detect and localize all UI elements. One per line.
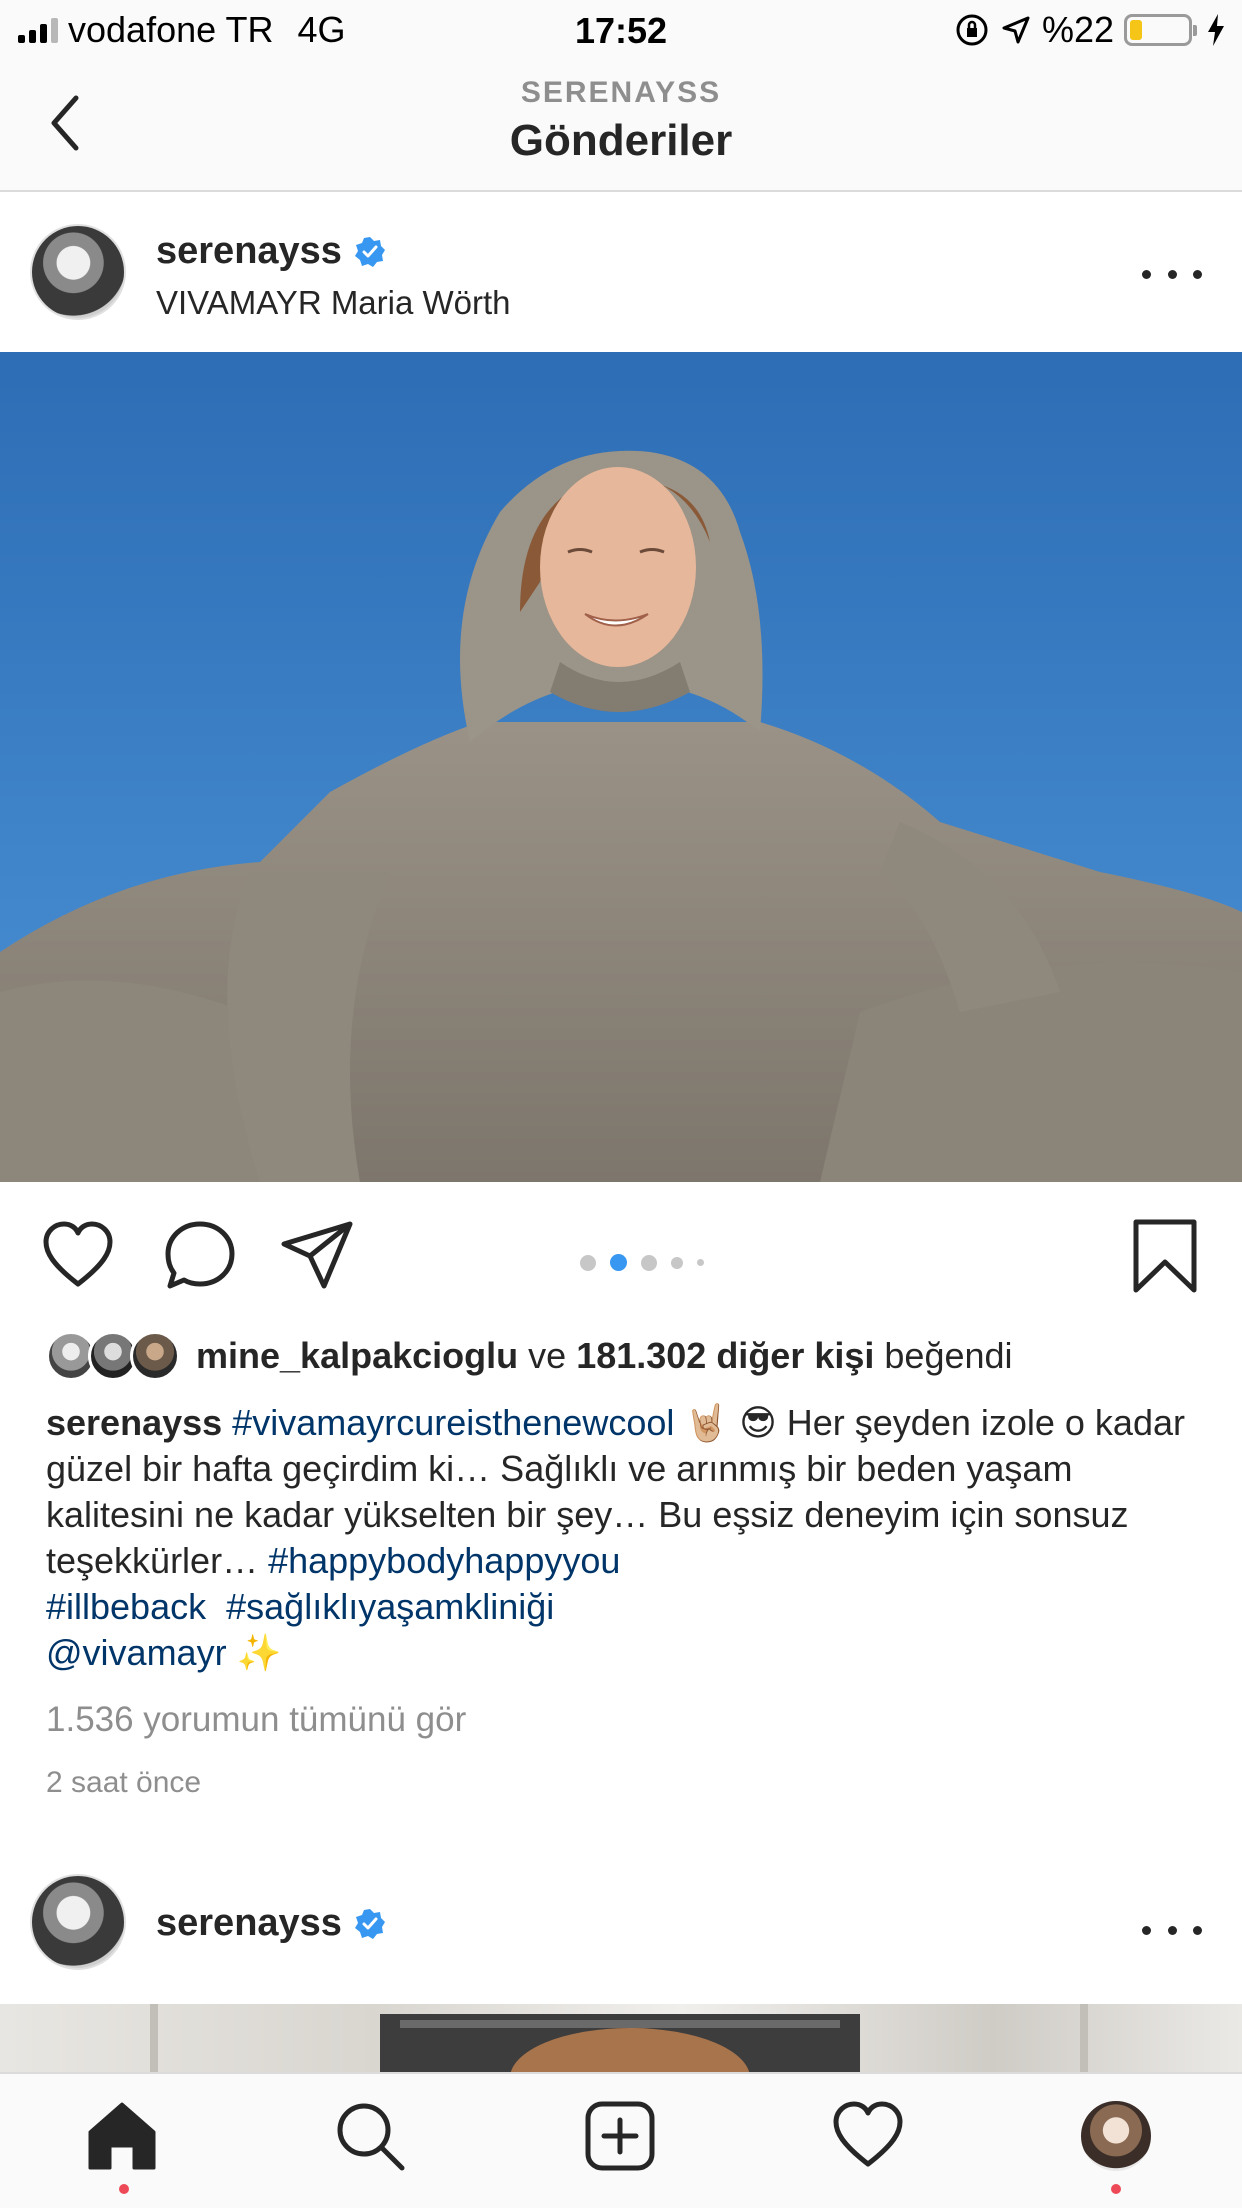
post-timestamp: 2 saat önce xyxy=(46,1766,202,1799)
avatar[interactable] xyxy=(30,224,126,320)
comment-button[interactable] xyxy=(162,1218,238,1299)
mention-link[interactable]: @vivamayr xyxy=(46,1632,227,1673)
post-header: serenayss xyxy=(0,1846,1242,2004)
like-button[interactable] xyxy=(40,1218,116,1299)
add-post-icon xyxy=(585,2101,655,2171)
username-row: serenayss xyxy=(156,1902,386,1945)
carousel-dot xyxy=(671,1256,683,1269)
more-options-button[interactable] xyxy=(1142,264,1202,284)
verified-badge-icon xyxy=(354,1908,385,1939)
verified-badge-icon xyxy=(354,236,385,267)
photo-illustration xyxy=(150,2004,1088,2078)
view-all-comments-link[interactable]: 1.536 yorumun tümünü gör xyxy=(46,1700,466,1740)
charging-bolt-icon xyxy=(1208,14,1224,46)
search-icon xyxy=(337,2103,405,2171)
share-button[interactable] xyxy=(280,1218,356,1299)
location-link[interactable]: VIVAMAYR Maria Wörth xyxy=(156,284,511,322)
notification-dot xyxy=(1111,2184,1121,2194)
tab-search[interactable] xyxy=(330,2096,410,2176)
caption-emojis: 🤘🏼 😎 xyxy=(684,1402,777,1443)
heart-icon xyxy=(43,1221,113,1287)
photo-illustration xyxy=(0,352,1242,1182)
save-button[interactable] xyxy=(1130,1218,1200,1299)
likes-connector: ve xyxy=(528,1335,567,1376)
username[interactable]: serenayss xyxy=(156,1902,342,1945)
activity-heart-icon xyxy=(833,2101,903,2167)
comment-icon xyxy=(165,1221,235,1289)
notification-dot xyxy=(119,2184,129,2194)
hashtag-link[interactable]: #happybodyhappyyou xyxy=(268,1540,620,1581)
sparkles-emoji: ✨ xyxy=(236,1632,282,1673)
battery-percent: %22 xyxy=(1041,9,1114,50)
action-bar xyxy=(0,1182,1242,1332)
post-header: serenayss VIVAMAYR Maria Wörth xyxy=(0,194,1242,354)
hashtag-link[interactable]: #illbeback xyxy=(46,1586,206,1627)
hashtag-link[interactable]: #sağlıklıyaşamkliniği xyxy=(226,1586,554,1627)
tab-home[interactable] xyxy=(82,2096,162,2176)
carousel-dot xyxy=(641,1254,657,1271)
nav-subtitle: SERENAYSS xyxy=(520,76,722,109)
liker-avatars xyxy=(46,1328,186,1384)
hashtag-link[interactable]: #vivamayrcureisthenewcool xyxy=(232,1402,674,1443)
status-right: %22 xyxy=(954,9,1226,50)
status-bar: vodafone TR 4G 17:52 %22 xyxy=(0,0,1242,60)
bookmark-icon xyxy=(1133,1219,1197,1293)
nav-bar: SERENAYSS Gönderiler xyxy=(0,60,1242,192)
username[interactable]: serenayss xyxy=(156,230,342,273)
likes-suffix: beğendi xyxy=(884,1335,1013,1376)
carousel-indicator xyxy=(580,1254,704,1271)
liker-username[interactable]: mine_kalpakcioglu xyxy=(196,1335,518,1376)
post-photo[interactable] xyxy=(0,2004,1242,2078)
tab-activity[interactable] xyxy=(828,2096,908,2176)
location-arrow-icon xyxy=(1002,16,1030,44)
likes-text: mine_kalpakcioglu ve 181.302 diğer kişi … xyxy=(196,1335,1013,1377)
send-icon xyxy=(281,1221,353,1289)
battery-icon xyxy=(1124,14,1197,46)
tab-bar xyxy=(0,2072,1242,2208)
username-row: serenayss xyxy=(156,230,386,273)
carousel-dot xyxy=(580,1254,596,1271)
likes-row[interactable]: mine_kalpakcioglu ve 181.302 diğer kişi … xyxy=(46,1328,1013,1384)
carousel-dot-active xyxy=(610,1254,627,1271)
more-options-button[interactable] xyxy=(1142,1920,1202,1940)
avatar xyxy=(130,1331,180,1381)
post-caption: serenayss #vivamayrcureisthenewcool 🤘🏼 😎… xyxy=(46,1400,1206,1676)
avatar[interactable] xyxy=(30,1874,126,1970)
page-title: Gönderiler xyxy=(509,116,733,165)
tab-profile[interactable] xyxy=(1076,2096,1156,2176)
home-icon xyxy=(88,2102,156,2170)
orientation-lock-icon xyxy=(956,14,988,46)
tab-new-post[interactable] xyxy=(580,2096,660,2176)
profile-avatar xyxy=(1081,2101,1151,2171)
likes-count[interactable]: 181.302 diğer kişi xyxy=(576,1335,874,1376)
caption-author[interactable]: serenayss xyxy=(46,1402,222,1443)
carousel-dot xyxy=(697,1259,704,1266)
post-photo[interactable] xyxy=(0,352,1242,1182)
